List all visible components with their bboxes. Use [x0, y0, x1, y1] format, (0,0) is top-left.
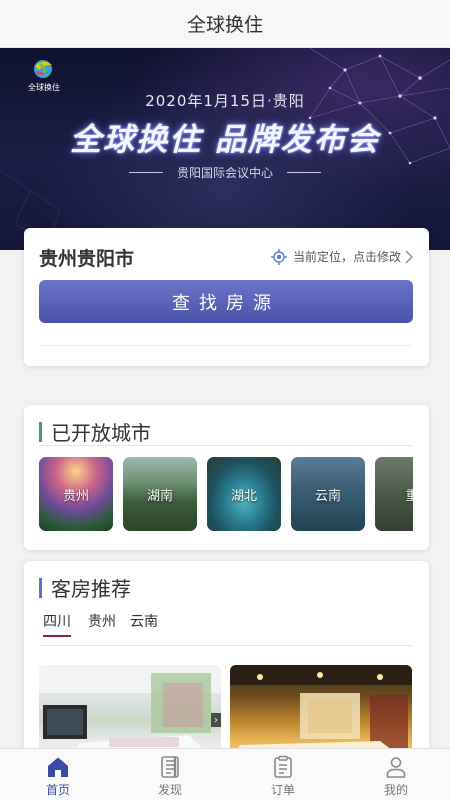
room-photo [39, 665, 221, 761]
order-icon [274, 755, 292, 778]
tab-guizhou[interactable]: 贵州 [88, 611, 116, 637]
discover-icon [161, 756, 179, 778]
location-card: 贵州贵阳市 当前定位，点击修改 查找房源 [24, 228, 429, 366]
city-card-chongqing[interactable]: 重 [375, 457, 413, 531]
room-card[interactable]: › [39, 665, 221, 761]
location-hint-text: 当前定位，点击修改 [292, 250, 401, 264]
city-name: 重 [405, 488, 413, 504]
banner-venue: 贵阳国际会议中心 [0, 164, 450, 181]
section-title: 已开放城市 [51, 421, 151, 445]
section-accent-bar [39, 421, 42, 442]
nav-orders[interactable]: 订单 [243, 749, 323, 800]
section-accent-bar [39, 577, 42, 598]
city-card-guizhou[interactable]: 贵州 [39, 457, 113, 531]
city-name: 云南 [314, 488, 341, 504]
nav-profile[interactable]: 我的 [356, 749, 436, 800]
home-icon [48, 757, 68, 777]
bottom-nav: 首页 发现 订单 我的 [0, 748, 450, 800]
nav-discover[interactable]: 发现 [130, 749, 210, 800]
change-location-link[interactable]: 当前定位，点击修改 [270, 248, 413, 265]
nav-label: 发现 [157, 783, 182, 797]
current-city: 贵州贵阳市 [39, 248, 135, 270]
location-target-icon [270, 248, 287, 265]
province-tabs: 四川 贵州 云南 [39, 611, 413, 643]
next-image-button[interactable]: › [211, 713, 221, 727]
banner-date: 2020年1月15日·贵阳 [145, 92, 305, 110]
city-card-hubei[interactable]: 湖北 [207, 457, 281, 531]
venue-line-right [287, 172, 321, 173]
find-listings-button[interactable]: 查找房源 [39, 280, 413, 323]
city-card-yunnan[interactable]: 云南 [291, 457, 365, 531]
nav-label: 首页 [45, 783, 70, 797]
tab-yunnan[interactable]: 云南 [130, 611, 158, 637]
room-photo [230, 665, 412, 761]
venue-line-left [128, 172, 163, 173]
nav-label: 订单 [270, 783, 295, 797]
venue-text: 贵阳国际会议中心 [176, 166, 273, 180]
city-carousel[interactable]: 贵州 湖南 湖北 云南 重 [39, 457, 413, 533]
city-card-hunan[interactable]: 湖南 [123, 457, 197, 531]
nav-home[interactable]: 首页 [18, 749, 98, 800]
city-name: 湖北 [230, 488, 257, 504]
divider [39, 345, 413, 346]
tab-sichuan[interactable]: 四川 [43, 611, 71, 637]
city-name: 贵州 [62, 488, 89, 504]
divider [39, 645, 413, 646]
city-name: 湖南 [146, 488, 173, 504]
open-cities-card: 已开放城市 贵州 湖南 湖北 云南 重 [24, 405, 429, 550]
room-card[interactable] [230, 665, 412, 761]
brand-logo-mark [34, 60, 52, 78]
promo-banner[interactable]: 全球换住 2020年1月15日·贵阳 全球换住 品牌发布会 贵阳国际会议中心 [0, 48, 450, 250]
app-header: 全球换住 [0, 0, 450, 48]
nav-label: 我的 [383, 783, 408, 797]
section-title: 客房推荐 [51, 577, 131, 601]
recommended-rooms-card: 客房推荐 四川 贵州 云南 › [24, 561, 429, 761]
section-header: 客房推荐 [39, 573, 131, 602]
section-header: 已开放城市 [39, 417, 151, 446]
page-title: 全球换住 [186, 14, 263, 36]
chevron-right-icon [405, 250, 413, 263]
divider [39, 445, 413, 446]
profile-icon [386, 757, 406, 778]
banner-headline: 全球换住 品牌发布会 [70, 122, 380, 158]
